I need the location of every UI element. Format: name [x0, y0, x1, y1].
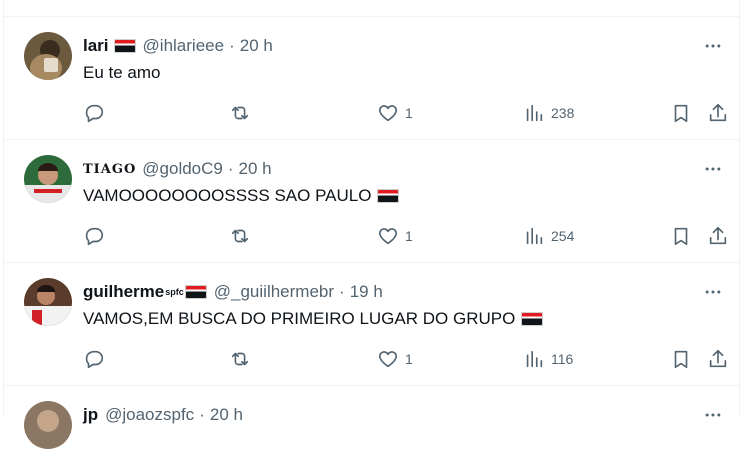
timeline: lari @ihlarieee · 20 h Eu te amo 1 238 T… [3, 0, 740, 449]
retweet-icon [231, 229, 249, 243]
timestamp[interactable]: 20 h [240, 36, 273, 56]
tweet-header: lari @ihlarieee · 20 h [83, 36, 273, 56]
share-button[interactable] [707, 224, 729, 248]
flag-emoji [377, 189, 400, 203]
handle[interactable]: @joaozspfc [105, 405, 194, 425]
flag-emoji [521, 312, 544, 326]
tweet-text-row: VAMOOOOOOOOSSSS SAO PAULO [83, 186, 400, 206]
timestamp[interactable]: 19 h [350, 282, 383, 302]
tweet-text: VAMOS,EM BUSCA DO PRIMEIRO LUGAR DO GRUP… [83, 309, 516, 328]
reply-icon [85, 227, 104, 246]
like-button[interactable]: 1 [377, 224, 413, 248]
tweet-text: Eu te amo [83, 63, 161, 82]
separator: · [339, 282, 345, 301]
views-count: 116 [551, 351, 574, 367]
action-bar: 1 116 [83, 347, 729, 371]
tweet[interactable]: guilherme spfc @_guiilhermebr · 19 h VAM… [4, 263, 739, 386]
bookmark-button[interactable] [670, 224, 692, 248]
more-icon[interactable] [701, 36, 725, 56]
retweet-icon [231, 352, 249, 366]
timestamp[interactable]: 20 h [239, 159, 272, 179]
views-count: 238 [551, 105, 575, 121]
retweet-button[interactable] [229, 224, 251, 248]
reply-button[interactable] [83, 224, 105, 248]
tweet-text-row: VAMOS,EM BUSCA DO PRIMEIRO LUGAR DO GRUP… [83, 309, 544, 329]
like-count: 1 [405, 351, 413, 367]
separator: · [229, 36, 235, 55]
separator: · [227, 159, 234, 178]
views-count: 254 [551, 228, 575, 244]
separator: · [199, 405, 205, 424]
avatar[interactable] [24, 401, 72, 449]
bookmark-icon [674, 350, 688, 369]
retweet-button[interactable] [229, 101, 251, 125]
flag-emoji [113, 39, 136, 53]
avatar[interactable] [24, 32, 72, 80]
flag-emoji [184, 285, 207, 299]
more-icon[interactable] [701, 159, 725, 179]
bookmark-button[interactable] [670, 347, 692, 371]
share-icon [709, 226, 727, 245]
handle[interactable]: @_guiilhermebr [214, 282, 334, 302]
views-button[interactable]: 254 [523, 224, 574, 248]
tweet-header: TIAGO @goldoC9 · 20 h [83, 159, 272, 179]
views-icon [526, 227, 543, 245]
avatar[interactable] [24, 278, 72, 326]
tweet[interactable]: TIAGO @goldoC9 · 20 h VAMOOOOOOOOSSSS SA… [4, 140, 739, 263]
bookmark-button[interactable] [670, 101, 692, 125]
share-button[interactable] [707, 101, 729, 125]
avatar[interactable] [24, 155, 72, 203]
heart-icon [378, 351, 398, 368]
display-name[interactable]: jp [83, 405, 98, 425]
tweet-previous-edge [4, 0, 739, 17]
handle[interactable]: @ihlarieee [143, 36, 225, 56]
bookmark-icon [674, 104, 688, 123]
views-button[interactable]: 116 [523, 347, 573, 371]
like-count: 1 [405, 228, 413, 244]
handle[interactable]: @goldoC9 [142, 159, 223, 179]
like-button[interactable]: 1 [377, 347, 413, 371]
heart-icon [378, 105, 398, 122]
reply-button[interactable] [83, 101, 105, 125]
like-button[interactable]: 1 [377, 101, 413, 125]
action-bar: 1 254 [83, 224, 729, 248]
views-button[interactable]: 238 [523, 101, 574, 125]
heart-icon [378, 228, 398, 245]
retweet-button[interactable] [229, 347, 251, 371]
timestamp[interactable]: 20 h [210, 405, 243, 425]
tweet-header: guilherme spfc @_guiilhermebr · 19 h [83, 282, 383, 302]
share-button[interactable] [707, 347, 729, 371]
action-bar: 1 238 [83, 101, 729, 125]
display-name-superscript: spfc [165, 287, 184, 297]
reply-icon [85, 350, 104, 369]
more-icon[interactable] [701, 405, 725, 425]
retweet-icon [231, 106, 249, 120]
like-count: 1 [405, 105, 413, 121]
tweet[interactable]: lari @ihlarieee · 20 h Eu te amo 1 238 [4, 17, 739, 140]
display-name[interactable]: TIAGO [83, 162, 136, 177]
display-name[interactable]: guilherme [83, 282, 164, 302]
tweet-text: VAMOOOOOOOOSSSS SAO PAULO [83, 186, 372, 205]
tweet[interactable]: jp @joaozspfc · 20 h [4, 386, 739, 449]
bookmark-icon [674, 227, 688, 246]
display-name[interactable]: lari [83, 36, 109, 56]
more-icon[interactable] [701, 282, 725, 302]
share-icon [709, 103, 727, 122]
tweet-header: jp @joaozspfc · 20 h [83, 405, 243, 425]
reply-button[interactable] [83, 347, 105, 371]
views-icon [526, 350, 543, 368]
more-icon[interactable] [701, 0, 725, 8]
views-icon [526, 104, 543, 122]
share-icon [709, 349, 727, 368]
reply-icon [85, 104, 104, 123]
